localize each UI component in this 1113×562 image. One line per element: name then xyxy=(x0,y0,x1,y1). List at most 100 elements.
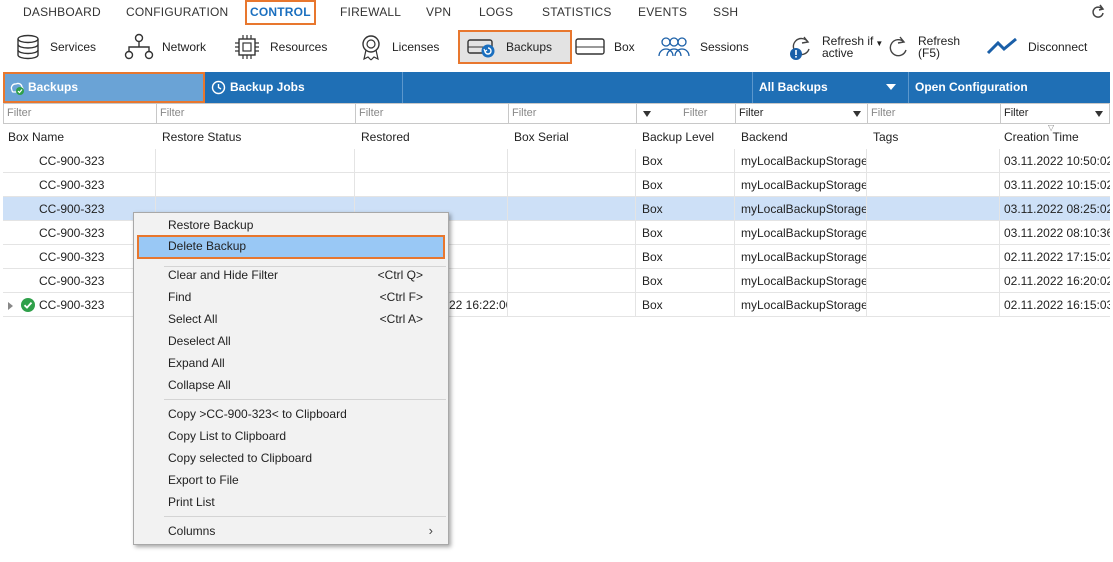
cell-creation-time: 03.11.2022 08:10:36 xyxy=(1004,226,1110,240)
cell-restored xyxy=(355,149,508,172)
database-icon xyxy=(17,34,39,60)
filter-backup-level[interactable]: Filter xyxy=(636,103,735,124)
tab-backup-jobs[interactable]: Backup Jobs xyxy=(205,72,403,103)
menu-configuration[interactable]: CONFIGURATION xyxy=(126,0,228,25)
backup-scope-value: All Backups xyxy=(759,80,828,94)
expand-arrow-icon[interactable] xyxy=(8,302,13,310)
menu-logs[interactable]: LOGS xyxy=(479,0,513,25)
menu-item-restore-backup[interactable]: Restore Backup xyxy=(137,214,445,236)
menu-item-label: Clear and Hide Filter xyxy=(168,268,279,282)
cell-restore-status xyxy=(156,149,355,172)
menu-item-expand-all[interactable]: Expand All xyxy=(137,352,445,374)
users-icon xyxy=(658,37,690,57)
column-box-serial[interactable]: Box Serial xyxy=(508,125,636,149)
services-label: Services xyxy=(50,40,97,54)
menu-events[interactable]: EVENTS xyxy=(638,0,687,25)
refresh-button[interactable]: Refresh (F5) xyxy=(886,30,960,64)
filter-restore-status[interactable]: Filter xyxy=(156,103,355,124)
chevron-down-icon xyxy=(643,111,651,117)
cell-tags xyxy=(867,197,1000,220)
chip-icon xyxy=(235,35,259,59)
refresh-icon xyxy=(889,36,907,57)
menu-item-clear-hide-filter[interactable]: Clear and Hide Filter <Ctrl Q> xyxy=(137,264,445,286)
services-button[interactable]: Services xyxy=(14,30,96,64)
column-backup-level[interactable]: Backup Level xyxy=(636,125,735,149)
disconnect-icon xyxy=(986,37,1017,55)
menu-dashboard[interactable]: DASHBOARD xyxy=(23,0,101,25)
table-row[interactable]: CC-900-323 Box myLocalBackupStorage 03.11.2… xyxy=(3,149,1110,173)
sort-desc-icon: ▽ xyxy=(1048,125,1055,132)
filter-box-serial[interactable]: Filter xyxy=(508,103,636,124)
menu-item-collapse-all[interactable]: Collapse All xyxy=(137,374,445,396)
open-configuration-button[interactable]: Open Configuration xyxy=(909,72,1110,103)
menu-item-select-all[interactable]: Select All <Ctrl A> xyxy=(137,308,445,330)
menu-item-columns[interactable]: Columns › xyxy=(137,520,445,542)
tab-bar-spacer xyxy=(403,72,753,103)
menu-item-deselect-all[interactable]: Deselect All xyxy=(137,330,445,352)
network-label: Network xyxy=(162,40,207,54)
menu-item-label: Find xyxy=(168,290,192,304)
box-button[interactable]: Box xyxy=(574,30,635,64)
tab-bar: Backups Backup Jobs All Backups Open Con… xyxy=(3,72,1110,103)
cell-creation-time: 03.11.2022 10:15:02 xyxy=(1004,178,1110,192)
table-row[interactable]: CC-900-323 Box myLocalBackupStorage 03.11.2… xyxy=(3,173,1110,197)
menu-separator xyxy=(164,516,446,517)
cell-tags xyxy=(867,173,1000,196)
backup-cloud-icon xyxy=(10,82,24,95)
sessions-button[interactable]: Sessions xyxy=(656,30,749,64)
menu-item-copy-selected[interactable]: Copy selected to Clipboard xyxy=(137,447,445,469)
filter-restored[interactable]: Filter xyxy=(355,103,508,124)
cell-creation-time: 03.11.2022 08:25:02 xyxy=(1004,202,1110,216)
menu-item-copy-item[interactable]: Copy >CC-900-323< to Clipboard xyxy=(137,403,445,425)
backup-scope-dropdown[interactable]: All Backups xyxy=(753,72,909,103)
menu-separator xyxy=(164,399,446,400)
menu-shortcut: <Ctrl A> xyxy=(379,312,423,326)
column-box-name[interactable]: Box Name xyxy=(3,125,156,149)
cell-creation-time: 02.11.2022 16:20:02 xyxy=(1004,274,1110,288)
menu-vpn[interactable]: VPN xyxy=(426,0,451,25)
menu-control[interactable]: CONTROL xyxy=(245,0,316,25)
column-restore-status[interactable]: Restore Status xyxy=(156,125,355,149)
cell-creation-time: 02.11.2022 16:15:03 xyxy=(1004,298,1110,312)
cell-box-serial xyxy=(508,197,636,220)
filter-creation-time-text: Filter xyxy=(1004,107,1029,119)
success-check-icon xyxy=(21,298,35,312)
backup-drive-icon xyxy=(467,39,495,58)
filter-box-name[interactable]: Filter xyxy=(3,103,156,124)
filter-backend[interactable]: Filter xyxy=(735,103,867,124)
column-header-row: Box Name Restore Status Restored Box Ser… xyxy=(3,125,1110,149)
menu-item-find[interactable]: Find <Ctrl F> xyxy=(137,286,445,308)
filter-backup-level-text: Filter xyxy=(683,107,708,119)
resources-button[interactable]: Resources xyxy=(232,30,327,64)
menu-item-print-list[interactable]: Print List xyxy=(137,491,445,513)
tab-backups[interactable]: Backups xyxy=(3,72,205,103)
menu-item-copy-list[interactable]: Copy List to Clipboard xyxy=(137,425,445,447)
menu-item-delete-backup[interactable]: Delete Backup xyxy=(137,235,445,259)
network-icon xyxy=(124,33,154,60)
column-tags[interactable]: Tags xyxy=(867,125,1000,149)
column-creation-time[interactable]: Creation Time ▽ xyxy=(1000,125,1110,149)
cell-backend: myLocalBackupStorage xyxy=(735,269,867,292)
filter-tags[interactable]: Filter xyxy=(867,103,1000,124)
refresh-if-active-button[interactable]: Refresh if active ▼ xyxy=(788,30,883,64)
refresh-icon[interactable] xyxy=(1091,4,1105,20)
chevron-down-icon xyxy=(853,111,861,117)
menu-firewall[interactable]: FIREWALL xyxy=(340,0,401,25)
column-restored[interactable]: Restored xyxy=(355,125,508,149)
licenses-button[interactable]: Licenses xyxy=(358,30,439,64)
menu-item-export-file[interactable]: Export to File xyxy=(137,469,445,491)
dropdown-arrow-icon[interactable]: ▼ xyxy=(875,39,883,48)
column-backend[interactable]: Backend xyxy=(735,125,867,149)
network-button[interactable]: Network xyxy=(124,30,206,64)
cell-backend: myLocalBackupStorage xyxy=(735,221,867,244)
menu-ssh[interactable]: SSH xyxy=(713,0,738,25)
backups-button[interactable]: Backups xyxy=(458,30,573,64)
cell-box-serial xyxy=(508,293,636,316)
sessions-label: Sessions xyxy=(700,40,749,54)
filter-creation-time[interactable]: Filter xyxy=(1000,103,1110,124)
menu-statistics[interactable]: STATISTICS xyxy=(542,0,612,25)
disconnect-button[interactable]: Disconnect xyxy=(986,30,1087,64)
chevron-right-icon: › xyxy=(428,523,433,538)
cell-backend: myLocalBackupStorage xyxy=(735,173,867,196)
menu-shortcut: <Ctrl F> xyxy=(379,290,423,304)
